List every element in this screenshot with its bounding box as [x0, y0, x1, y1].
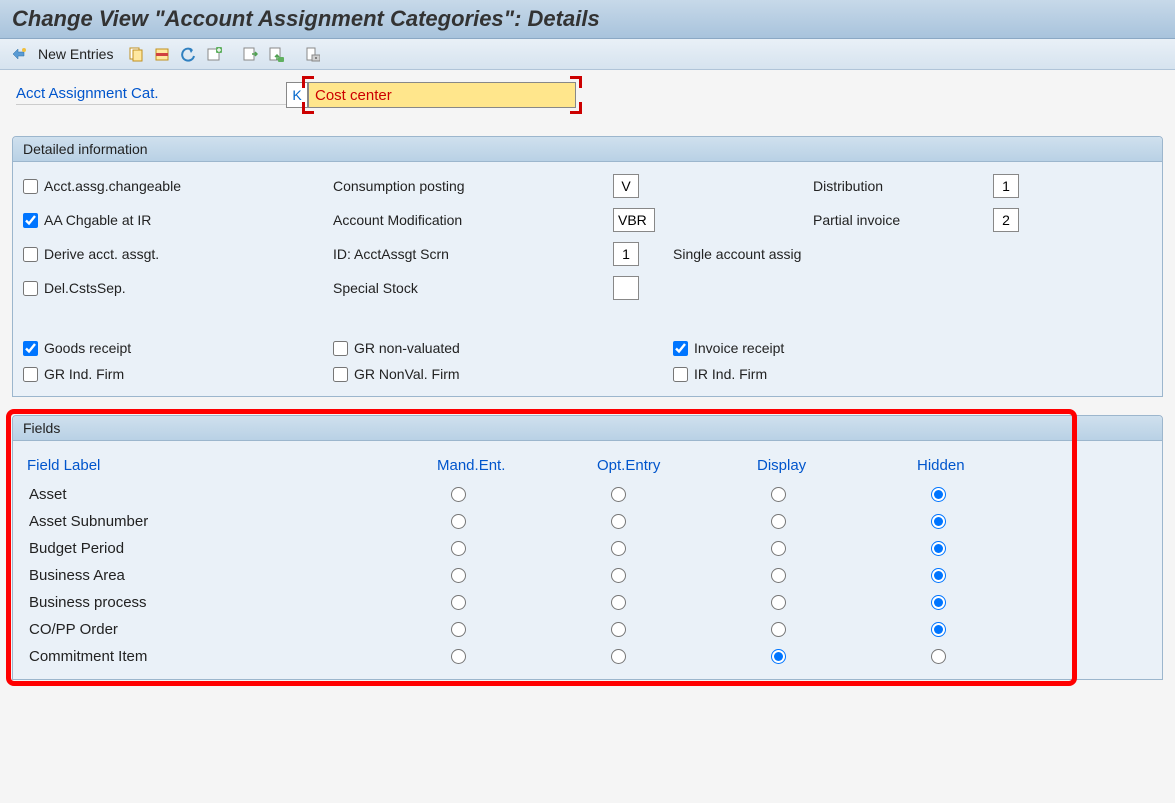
- fields-header-opt: Opt.Entry: [597, 457, 757, 476]
- special-stock-label: Special Stock: [333, 280, 613, 296]
- fields-header-label: Field Label: [27, 457, 437, 476]
- acct-assg-changeable-checkbox[interactable]: [23, 179, 38, 194]
- account-modification-label: Account Modification: [333, 212, 613, 228]
- gr-non-valuated-checkbox[interactable]: [333, 341, 348, 356]
- del-csts-sep-checkbox[interactable]: [23, 281, 38, 296]
- field-radio-opt[interactable]: [611, 568, 626, 583]
- invoice-receipt-label[interactable]: Invoice receipt: [694, 340, 784, 356]
- field-radio-display[interactable]: [771, 622, 786, 637]
- field-radio-display[interactable]: [771, 541, 786, 556]
- del-csts-sep-label[interactable]: Del.CstsSep.: [44, 280, 126, 296]
- gr-ind-firm-label[interactable]: GR Ind. Firm: [44, 366, 124, 382]
- add-icon[interactable]: [203, 43, 225, 65]
- partial-invoice-input[interactable]: [993, 208, 1019, 232]
- field-radio-display[interactable]: [771, 514, 786, 529]
- field-radio-opt[interactable]: [611, 514, 626, 529]
- undo-icon[interactable]: [177, 43, 199, 65]
- new-entries-button[interactable]: New Entries: [34, 46, 121, 62]
- account-modification-input[interactable]: [613, 208, 655, 232]
- delete-icon[interactable]: [151, 43, 173, 65]
- import-icon[interactable]: [265, 43, 287, 65]
- field-row-label: Business process: [27, 594, 437, 611]
- page-title: Change View "Account Assignment Categori…: [0, 0, 1175, 39]
- field-radio-mand[interactable]: [451, 487, 466, 502]
- field-row-label: Asset Subnumber: [27, 513, 437, 530]
- distribution-input[interactable]: [993, 174, 1019, 198]
- field-radio-hidden[interactable]: [931, 487, 946, 502]
- field-radio-mand[interactable]: [451, 514, 466, 529]
- goods-receipt-label[interactable]: Goods receipt: [44, 340, 131, 356]
- consumption-posting-label: Consumption posting: [333, 178, 613, 194]
- header-row: Acct Assignment Cat. K: [12, 82, 1163, 108]
- fields-header-display: Display: [757, 457, 917, 476]
- field-row-label: Asset: [27, 486, 437, 503]
- field-radio-opt[interactable]: [611, 487, 626, 502]
- field-radio-hidden[interactable]: [931, 568, 946, 583]
- fields-group-title: Fields: [13, 416, 1162, 441]
- field-radio-display[interactable]: [771, 487, 786, 502]
- print-icon[interactable]: [301, 43, 323, 65]
- field-radio-opt[interactable]: [611, 622, 626, 637]
- field-row-label: Commitment Item: [27, 648, 437, 665]
- fields-header-hidden: Hidden: [917, 457, 1077, 476]
- gr-non-valuated-label[interactable]: GR non-valuated: [354, 340, 460, 356]
- ir-ind-firm-label[interactable]: IR Ind. Firm: [694, 366, 767, 382]
- id-acctassgt-scrn-label: ID: AcctAssgt Scrn: [333, 246, 613, 262]
- field-radio-hidden[interactable]: [931, 514, 946, 529]
- field-radio-display[interactable]: [771, 649, 786, 664]
- field-radio-hidden[interactable]: [931, 622, 946, 637]
- invoice-receipt-checkbox[interactable]: [673, 341, 688, 356]
- derive-acct-assgt-checkbox[interactable]: [23, 247, 38, 262]
- id-acctassgt-scrn-hint: Single account assig: [673, 246, 1043, 262]
- field-row-label: Budget Period: [27, 540, 437, 557]
- fields-group: Fields Field Label Mand.Ent. Opt.Entry D…: [12, 415, 1163, 680]
- field-radio-hidden[interactable]: [931, 541, 946, 556]
- gr-nonval-firm-checkbox[interactable]: [333, 367, 348, 382]
- content-area: Acct Assignment Cat. K Detailed informat…: [0, 70, 1175, 710]
- field-radio-display[interactable]: [771, 595, 786, 610]
- field-radio-opt[interactable]: [611, 595, 626, 610]
- field-radio-hidden[interactable]: [931, 595, 946, 610]
- detailed-info-group: Detailed information Acct.assg.changeabl…: [12, 136, 1163, 397]
- category-desc-input[interactable]: [308, 82, 576, 108]
- derive-acct-assgt-label[interactable]: Derive acct. assgt.: [44, 246, 159, 262]
- gr-ind-firm-checkbox[interactable]: [23, 367, 38, 382]
- distribution-label: Distribution: [813, 178, 993, 194]
- consumption-posting-input[interactable]: [613, 174, 639, 198]
- id-acctassgt-scrn-input[interactable]: [613, 242, 639, 266]
- acct-assg-changeable-label[interactable]: Acct.assg.changeable: [44, 178, 181, 194]
- fields-header-mand: Mand.Ent.: [437, 457, 597, 476]
- field-radio-display[interactable]: [771, 568, 786, 583]
- acct-assignment-cat-label: Acct Assignment Cat.: [16, 85, 286, 105]
- category-desc-wrap: [308, 82, 576, 108]
- detailed-info-title: Detailed information: [13, 137, 1162, 162]
- copy-icon[interactable]: [125, 43, 147, 65]
- field-row-label: CO/PP Order: [27, 621, 437, 638]
- field-radio-mand[interactable]: [451, 622, 466, 637]
- field-radio-mand[interactable]: [451, 568, 466, 583]
- field-radio-opt[interactable]: [611, 541, 626, 556]
- aa-chgable-ir-label[interactable]: AA Chgable at IR: [44, 212, 151, 228]
- aa-chgable-ir-checkbox[interactable]: [23, 213, 38, 228]
- field-radio-hidden[interactable]: [931, 649, 946, 664]
- toggle-icon[interactable]: [8, 43, 30, 65]
- gr-nonval-firm-label[interactable]: GR NonVal. Firm: [354, 366, 460, 382]
- ir-ind-firm-checkbox[interactable]: [673, 367, 688, 382]
- goods-receipt-checkbox[interactable]: [23, 341, 38, 356]
- field-radio-opt[interactable]: [611, 649, 626, 664]
- field-radio-mand[interactable]: [451, 595, 466, 610]
- toolbar: New Entries: [0, 39, 1175, 70]
- field-radio-mand[interactable]: [451, 541, 466, 556]
- field-radio-mand[interactable]: [451, 649, 466, 664]
- partial-invoice-label: Partial invoice: [813, 212, 993, 228]
- special-stock-input[interactable]: [613, 276, 639, 300]
- next-icon[interactable]: [239, 43, 261, 65]
- field-row-label: Business Area: [27, 567, 437, 584]
